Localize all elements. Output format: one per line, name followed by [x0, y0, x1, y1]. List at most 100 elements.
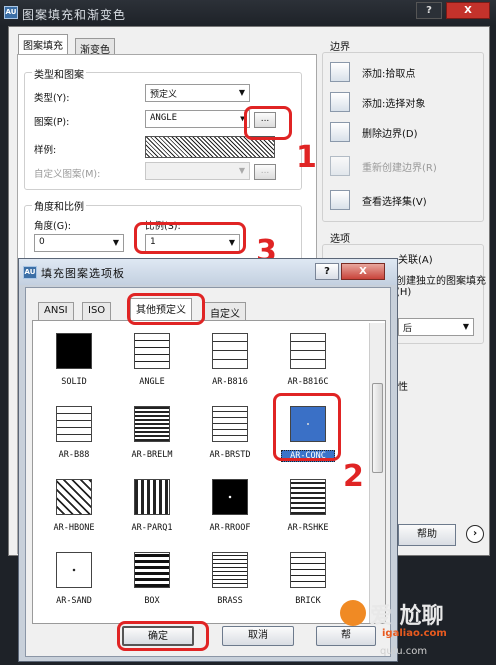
- tab-iso[interactable]: ISO: [82, 302, 112, 320]
- tab-hatch[interactable]: 图案填充: [18, 34, 68, 54]
- palette-titlebar: AU 填充图案选项板 ? X: [19, 259, 397, 285]
- pattern-label: BRICK: [295, 596, 321, 606]
- pattern-label: AR-B816C: [287, 377, 329, 387]
- title-help-button[interactable]: ?: [416, 2, 442, 19]
- pick-points-button[interactable]: 添加:拾取点: [362, 65, 415, 80]
- hatch-dialog-titlebar: AU 图案填充和渐变色 ? X: [0, 0, 496, 26]
- pattern-label: AR-RSHKE: [287, 523, 329, 533]
- pattern-cell-ar-b816c[interactable]: AR-B816C: [271, 327, 345, 399]
- pattern-value: ANGLE: [150, 113, 178, 123]
- pattern-label: ANGLE: [139, 377, 165, 387]
- pattern-swatch[interactable]: [56, 479, 92, 515]
- custom-browse-button[interactable]: ...: [254, 164, 276, 180]
- sample-label: 样例:: [34, 145, 57, 156]
- help-button[interactable]: 帮助: [398, 524, 456, 546]
- watermark-logo-icon: [340, 600, 366, 626]
- pattern-cell-brick[interactable]: BRICK: [271, 546, 345, 618]
- pattern-swatch[interactable]: [212, 333, 248, 369]
- recreate-boundary-icon[interactable]: [330, 156, 350, 176]
- custom-pattern-combo[interactable]: ▼: [145, 162, 250, 180]
- select-objects-button[interactable]: 添加:选择对象: [362, 95, 425, 110]
- cancel-button[interactable]: 取消: [222, 626, 294, 646]
- pattern-swatch[interactable]: [290, 333, 326, 369]
- pattern-cell-box[interactable]: BOX: [115, 546, 189, 618]
- chevron-down-icon: ▼: [238, 88, 245, 97]
- type-pattern-group-title: 类型和图案: [32, 66, 86, 81]
- pattern-label: BOX: [144, 596, 160, 606]
- pattern-cell-angle[interactable]: ANGLE: [115, 327, 189, 399]
- pattern-cell-ar-parq1[interactable]: AR-PARQ1: [115, 473, 189, 545]
- pattern-swatch[interactable]: [56, 333, 92, 369]
- pattern-swatch[interactable]: [290, 552, 326, 588]
- angle-label: 角度(G):: [34, 221, 71, 232]
- remove-boundary-button[interactable]: 删除边界(D): [362, 125, 418, 140]
- tab-custom[interactable]: 自定义: [204, 302, 246, 320]
- pattern-label: AR-B816: [212, 377, 248, 387]
- autocad-app-icon: AU: [4, 6, 18, 19]
- pattern-swatch[interactable]: [134, 406, 170, 442]
- pick-points-icon[interactable]: [330, 62, 350, 82]
- pattern-cell-ar-rroof[interactable]: AR-RROOF: [193, 473, 267, 545]
- pattern-swatch[interactable]: [212, 406, 248, 442]
- custom-pattern-label: 自定义图案(M):: [34, 169, 101, 180]
- angle-combo[interactable]: 0 ▼: [34, 234, 124, 252]
- pattern-label: AR-BRELM: [131, 450, 173, 460]
- pattern-label: AR-RROOF: [209, 523, 251, 533]
- angle-scale-group-title: 角度和比例: [32, 198, 86, 213]
- pattern-cell-solid[interactable]: SOLID: [37, 327, 111, 399]
- pattern-cell-ar-brelm[interactable]: AR-BRELM: [115, 400, 189, 472]
- pattern-label: SOLID: [61, 377, 87, 387]
- pattern-cell-ar-hbone[interactable]: AR-HBONE: [37, 473, 111, 545]
- pattern-swatch[interactable]: [134, 479, 170, 515]
- palette-help-button[interactable]: ?: [315, 263, 339, 280]
- independent-hatch-checkbox[interactable]: 创建独立的图案填充(H): [396, 272, 496, 298]
- select-objects-icon[interactable]: [330, 92, 350, 112]
- recreate-boundary-button[interactable]: 重新创建边界(R): [362, 159, 437, 174]
- pattern-cell-ar-rshke[interactable]: AR-RSHKE: [271, 473, 345, 545]
- pattern-label: AR-BRSTD: [209, 450, 251, 460]
- palette-close-button[interactable]: X: [341, 263, 385, 280]
- remove-boundary-icon[interactable]: [330, 122, 350, 142]
- draw-order-combo[interactable]: 后 ▼: [398, 318, 474, 336]
- view-selection-button[interactable]: 查看选择集(V): [362, 193, 427, 208]
- watermark-main: 爱 尬聊: [370, 604, 444, 629]
- draw-order-value: 后: [403, 324, 413, 334]
- magnifier-icon[interactable]: [330, 190, 350, 210]
- pattern-cell-ar-b816[interactable]: AR-B816: [193, 327, 267, 399]
- pattern-swatch[interactable]: [134, 552, 170, 588]
- pattern-label: AR-HBONE: [53, 523, 95, 533]
- chevron-down-icon: ▼: [238, 166, 245, 175]
- annotation-number-2: 2: [343, 459, 364, 494]
- annotation-box-2: [273, 393, 341, 461]
- palette-body: ANSI ISO 其他预定义 自定义 SOLID ANGLE AR-B816 AR-B…: [25, 287, 391, 657]
- type-combo[interactable]: 预定义 ▼: [145, 84, 250, 102]
- pattern-swatch[interactable]: [56, 406, 92, 442]
- pattern-grid: SOLID ANGLE AR-B816 AR-B816C AR-B88 AR-BRELM A…: [32, 320, 386, 624]
- pattern-combo[interactable]: ANGLE ▼: [145, 110, 250, 128]
- annotation-number-1: 1: [296, 140, 317, 175]
- scrollbar-thumb[interactable]: [372, 383, 383, 473]
- vertical-scrollbar[interactable]: [369, 323, 385, 623]
- annotation-box-tab: [127, 293, 205, 325]
- pattern-label: 图案(P):: [34, 117, 70, 128]
- associative-checkbox[interactable]: 关联(A): [398, 251, 433, 266]
- pattern-cell-brass[interactable]: BRASS: [193, 546, 267, 618]
- annotation-box-ok: [117, 621, 209, 651]
- pattern-swatch[interactable]: [212, 552, 248, 588]
- pattern-label: BRASS: [217, 596, 243, 606]
- pattern-cell-ar-sand[interactable]: AR-SAND: [37, 546, 111, 618]
- title-close-button[interactable]: X: [446, 2, 490, 19]
- pattern-swatch[interactable]: [134, 333, 170, 369]
- annotation-box-1: [244, 106, 292, 140]
- pattern-swatch[interactable]: [56, 552, 92, 588]
- inherit-properties-label[interactable]: 性: [398, 378, 408, 393]
- autocad-app-icon: AU: [23, 266, 37, 279]
- pattern-swatch[interactable]: [212, 479, 248, 515]
- chevron-down-icon: ▼: [112, 238, 119, 247]
- pattern-cell-ar-brstd[interactable]: AR-BRSTD: [193, 400, 267, 472]
- tab-ansi[interactable]: ANSI: [38, 302, 74, 320]
- pattern-cell-ar-b88[interactable]: AR-B88: [37, 400, 111, 472]
- pattern-swatch[interactable]: [290, 479, 326, 515]
- more-options-arrow-icon[interactable]: ›: [466, 525, 484, 543]
- type-value: 预定义: [150, 90, 178, 100]
